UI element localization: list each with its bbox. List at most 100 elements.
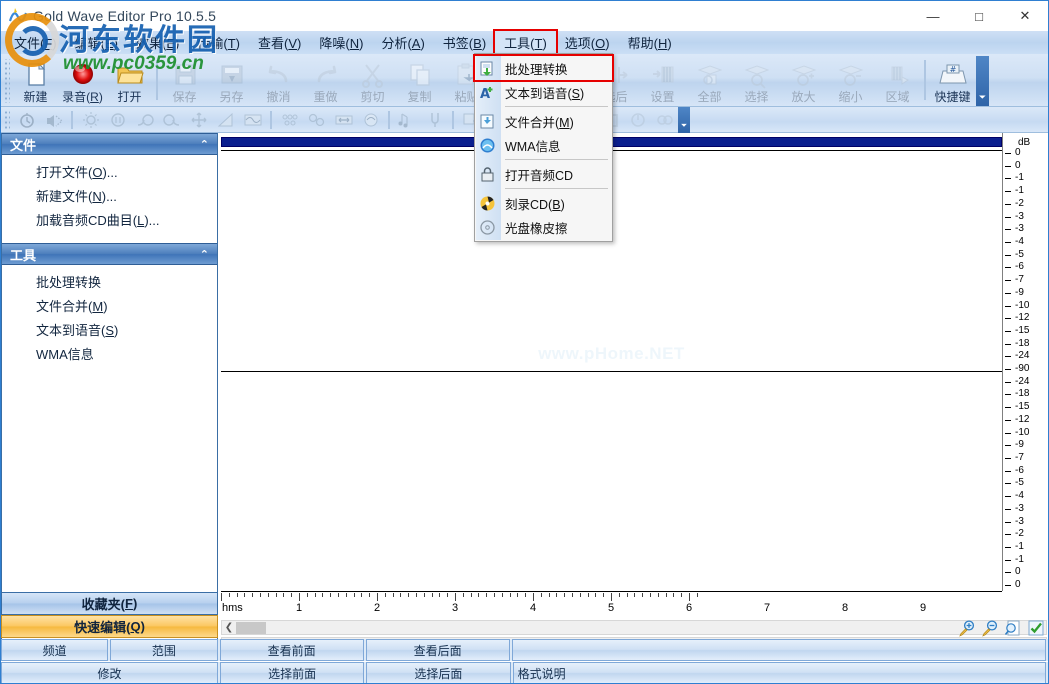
sidebar-link-new-file[interactable]: 新建文件(N)...: [2, 185, 217, 209]
small-toolbar-click-repair[interactable]: [303, 109, 330, 131]
small-toolbar-note[interactable]: [394, 109, 421, 131]
secondary-toolbar-grip[interactable]: [4, 109, 10, 130]
btn-view-back[interactable]: 查看后面: [365, 639, 510, 661]
time-tick-label: 1: [295, 602, 303, 614]
sidebar-link-load-cd-track[interactable]: 加载音频CD曲目(L)...: [2, 209, 217, 233]
time-tick-minor: [486, 593, 488, 597]
scroll-left-arrow-1[interactable]: ❮: [222, 622, 236, 633]
panel-file-header[interactable]: 文件 ⌃: [2, 133, 217, 155]
sidebar-tab-favorites[interactable]: 收藏夹(F): [1, 592, 218, 615]
small-toolbar-resize[interactable]: [330, 109, 357, 131]
time-tick-minor: [353, 593, 355, 597]
horizontal-scrollbar-1[interactable]: ❮ ❯: [221, 620, 1047, 635]
menu-view[interactable]: 查看(V): [249, 31, 310, 54]
menu-transport[interactable]: 传输(T): [188, 31, 249, 54]
time-tick-minor: [556, 593, 558, 597]
sidebar-link-text-to-speech[interactable]: 文本到语音(S): [2, 319, 217, 343]
small-toolbar-fade-in[interactable]: [131, 109, 158, 131]
db-tick: [1005, 534, 1011, 536]
toolbar-button-shortcut-keys[interactable]: # 快捷键: [929, 56, 976, 106]
small-toolbar-compress[interactable]: [104, 109, 131, 131]
toolbar-button-save-as[interactable]: 另存: [208, 56, 255, 106]
menu-file[interactable]: 文件(F): [5, 31, 66, 54]
small-toolbar-separator: [452, 110, 454, 129]
chevron-up-icon[interactable]: ⌃: [200, 138, 209, 151]
tools-menu-item-wma-info[interactable]: WMA信息: [475, 133, 612, 157]
btn-select-back[interactable]: 选择后面: [366, 662, 511, 683]
maximize-button[interactable]: □: [956, 1, 1002, 31]
transport-power[interactable]: [624, 109, 651, 131]
btn-range[interactable]: 范围: [110, 639, 218, 661]
small-toolbar-brightness[interactable]: [77, 109, 104, 131]
toolbar-button-copy[interactable]: 复制: [396, 56, 443, 106]
toolbar-button-redo[interactable]: 重做: [302, 56, 349, 106]
toolbar-button-cut[interactable]: 剪切: [349, 56, 396, 106]
toolbar-button-settings[interactable]: 设置: [639, 56, 686, 106]
settings-icon: [648, 60, 678, 90]
time-ruler[interactable]: hms 1 2 3 4 5 6 7 8 9: [221, 592, 1002, 620]
db-tick: [1005, 470, 1011, 472]
menu-effects[interactable]: 效果(E): [127, 31, 188, 54]
small-toolbar-pitch[interactable]: [357, 109, 384, 131]
menu-edit[interactable]: 编辑(E): [66, 31, 127, 54]
toolbar-button-new-file[interactable]: 新建: [12, 56, 59, 106]
toolbar-button-undo[interactable]: 撤消: [255, 56, 302, 106]
time-tick-minor: [665, 593, 667, 597]
btn-select-front[interactable]: 选择前面: [219, 662, 365, 683]
menu-tools[interactable]: 工具(T): [493, 29, 558, 56]
menu-bookmark[interactable]: 书签(B): [434, 31, 495, 54]
wave-zoom-out[interactable]: [980, 618, 1000, 638]
tools-menu-item-open-audio-cd[interactable]: 打开音频CD: [475, 162, 612, 186]
menu-help[interactable]: 帮助(H): [619, 31, 681, 54]
small-toolbar-envelope[interactable]: [212, 109, 239, 131]
wave-apply[interactable]: [1026, 618, 1046, 638]
small-toolbar-volume[interactable]: [40, 109, 67, 131]
menu-options[interactable]: 选项(O): [556, 31, 619, 54]
close-button[interactable]: ✕: [1002, 1, 1048, 31]
tools-menu-item-disc-eraser[interactable]: 光盘橡皮擦: [475, 215, 612, 239]
small-toolbar-noise-reduce[interactable]: [276, 109, 303, 131]
btn-format-info[interactable]: 格式说明: [512, 662, 1047, 683]
btn-blank[interactable]: [511, 639, 1046, 661]
time-tick-major: [455, 593, 456, 601]
toolbar-button-region[interactable]: 区域: [874, 56, 921, 106]
wave-zoom-fit[interactable]: [1003, 618, 1023, 638]
sidebar-link-wma-info[interactable]: WMA信息: [2, 343, 217, 367]
tools-menu-item-file-merge[interactable]: 文件合并(M): [475, 109, 612, 133]
toolbar-button-zoom-all[interactable]: 全部: [686, 56, 733, 106]
small-toolbar-move[interactable]: [185, 109, 212, 131]
toolbar-button-open-folder[interactable]: 打开: [106, 56, 153, 106]
minimize-button[interactable]: —: [910, 1, 956, 31]
toolbar-grip[interactable]: [3, 59, 10, 103]
db-tick: [1005, 241, 1011, 243]
toolbar-overflow-button[interactable]: [976, 56, 989, 106]
small-toolbar-fade-out[interactable]: [158, 109, 185, 131]
toolbar-button-zoom-in[interactable]: 放大: [780, 56, 827, 106]
wave-zoom-in[interactable]: [957, 618, 977, 638]
tools-menu-item-text-to-speech[interactable]: A 文本到语音(S): [475, 80, 612, 104]
small-toolbar-equalizer[interactable]: [239, 109, 266, 131]
toolbar-button-zoom-out[interactable]: 缩小: [827, 56, 874, 106]
toolbar-button-record[interactable]: 录音(R): [59, 56, 106, 106]
panel-tools-header[interactable]: 工具 ⌃: [2, 243, 217, 265]
sidebar-link-file-merge[interactable]: 文件合并(M): [2, 295, 217, 319]
sidebar-tab-quick-edit[interactable]: 快速编辑(Q): [1, 615, 218, 638]
btn-channel[interactable]: 频道: [1, 639, 109, 661]
transport-overflow-button[interactable]: [678, 106, 690, 133]
btn-modify[interactable]: 修改: [1, 662, 218, 683]
small-toolbar-timer[interactable]: [13, 109, 40, 131]
chevron-up-icon[interactable]: ⌃: [200, 248, 209, 261]
tools-menu-item-batch-convert[interactable]: 批处理转换: [473, 54, 614, 82]
btn-view-front[interactable]: 查看前面: [219, 639, 364, 661]
menu-analyze[interactable]: 分析(A): [372, 31, 433, 54]
sidebar-link-open-file[interactable]: 打开文件(O)...: [2, 161, 217, 185]
sidebar-link-batch-convert[interactable]: 批处理转换: [2, 271, 217, 295]
tools-menu-item-burn-cd[interactable]: 刻录CD(B): [475, 191, 612, 215]
toolbar-separator: [156, 60, 158, 100]
small-toolbar-tuning-fork[interactable]: [421, 109, 448, 131]
toolbar-button-zoom-selection[interactable]: 选择: [733, 56, 780, 106]
menu-denoise[interactable]: 降噪(N): [310, 31, 372, 54]
transport-loop[interactable]: [651, 109, 678, 131]
scroll-thumb-1[interactable]: [236, 621, 266, 634]
toolbar-button-save[interactable]: 保存: [161, 56, 208, 106]
